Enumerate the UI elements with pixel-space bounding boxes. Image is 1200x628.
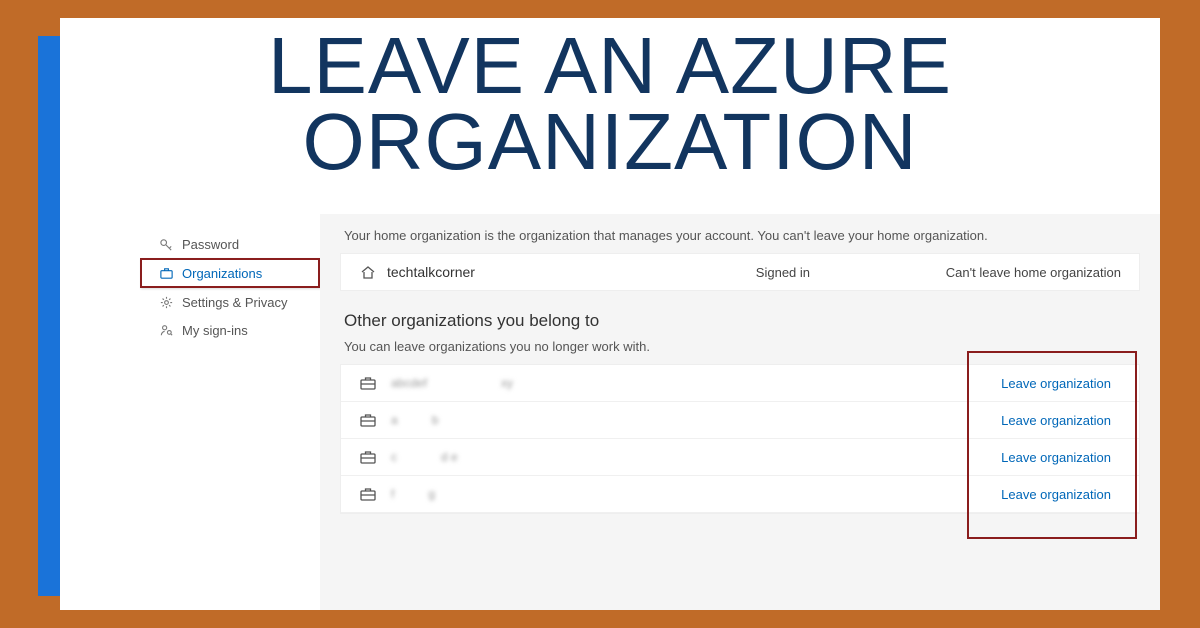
key-icon [158, 236, 174, 252]
home-org-name: techtalkcorner [387, 264, 746, 280]
person-search-icon [158, 322, 174, 338]
org-detail-redacted: xy [501, 376, 513, 390]
briefcase-icon [359, 412, 377, 428]
sidebar-item-label: Organizations [182, 266, 262, 281]
org-detail-redacted: b [432, 413, 439, 427]
headline-line2: ORGANIZATION [60, 104, 1160, 180]
leave-organization-link[interactable]: Leave organization [1001, 450, 1121, 465]
briefcase-icon [359, 486, 377, 502]
org-name-redacted: abcdef [391, 376, 427, 390]
azure-account-panel: Password Organizations Settings & Pri [140, 214, 1160, 610]
briefcase-icon [359, 375, 377, 391]
leave-organization-link[interactable]: Leave organization [1001, 376, 1121, 391]
org-row: a b Leave organization [341, 402, 1139, 439]
org-row: c d e Leave organization [341, 439, 1139, 476]
home-org-description: Your home organization is the organizati… [344, 228, 1140, 243]
sidebar-item-label: My sign-ins [182, 323, 248, 338]
other-orgs-description: You can leave organizations you no longe… [344, 339, 1140, 354]
org-detail-redacted: d e [441, 450, 458, 464]
cant-leave-label: Can't leave home organization [946, 265, 1121, 280]
signed-in-label: Signed in [756, 265, 936, 280]
main-content: Your home organization is the organizati… [320, 214, 1160, 610]
other-orgs-list: abcdef xy Leave organization a b Leave o… [340, 364, 1140, 514]
sidebar-item-devices[interactable] [140, 220, 320, 230]
sidebar-item-label: Settings & Privacy [182, 295, 288, 310]
org-row: abcdef xy Leave organization [341, 365, 1139, 402]
org-name-redacted: f [391, 487, 394, 501]
briefcase-icon [359, 449, 377, 465]
home-icon [359, 264, 377, 280]
sidebar-item-settings-privacy[interactable]: Settings & Privacy [140, 288, 320, 316]
sidebar-item-label: Password [182, 237, 239, 252]
page-title: LEAVE AN AZURE ORGANIZATION [60, 18, 1160, 180]
gear-icon [158, 294, 174, 310]
briefcase-icon [158, 265, 174, 281]
devices-icon [158, 220, 174, 230]
headline-line1: LEAVE AN AZURE [60, 28, 1160, 104]
other-orgs-title: Other organizations you belong to [344, 311, 1140, 331]
sidebar: Password Organizations Settings & Pri [140, 214, 320, 610]
org-name-redacted: a [391, 413, 398, 427]
leave-organization-link[interactable]: Leave organization [1001, 487, 1121, 502]
org-detail-redacted: g [428, 487, 435, 501]
sidebar-item-password[interactable]: Password [140, 230, 320, 258]
leave-organization-link[interactable]: Leave organization [1001, 413, 1121, 428]
sidebar-item-my-signins[interactable]: My sign-ins [140, 316, 320, 344]
org-name-redacted: c [391, 450, 397, 464]
home-org-row: techtalkcorner Signed in Can't leave hom… [340, 253, 1140, 291]
sidebar-item-organizations[interactable]: Organizations [140, 258, 320, 288]
org-row: f g Leave organization [341, 476, 1139, 513]
